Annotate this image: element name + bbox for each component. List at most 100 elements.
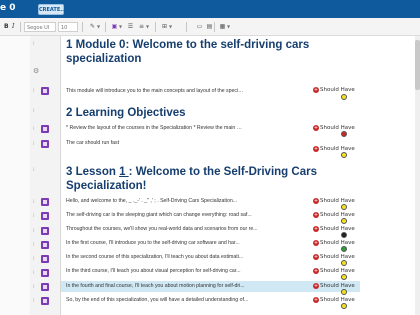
status-dot-yellow[interactable]	[341, 218, 347, 224]
priority-label: Should Have	[320, 297, 355, 303]
row-controls: ⁞	[33, 241, 53, 250]
segment-icon[interactable]	[41, 241, 49, 249]
status-dot-yellow[interactable]	[341, 260, 347, 266]
heading-module-0[interactable]: 1 Module 0: Welcome to the self-driving …	[66, 38, 356, 66]
drag-handle-icon[interactable]: ⁞	[33, 41, 38, 48]
drag-handle-icon[interactable]: ⁞	[33, 141, 38, 148]
chevron-down-icon[interactable]: ▼	[97, 22, 102, 32]
segment-icon[interactable]	[41, 125, 49, 133]
plus-icon: +	[313, 146, 319, 152]
highlight-icon[interactable]: ✎	[88, 22, 97, 32]
segment-icon[interactable]	[41, 297, 49, 305]
priority-badge[interactable]: + Should Have	[313, 239, 355, 247]
priority-badge[interactable]: + Should Have	[313, 296, 355, 304]
font-size-select[interactable]: 10	[58, 22, 78, 32]
chevron-down-icon[interactable]: ▼	[227, 22, 232, 32]
heading-text-prefix: Lesson	[75, 166, 120, 178]
status-dot-dark[interactable]	[341, 232, 347, 238]
segment-icon[interactable]	[41, 227, 49, 235]
scrollbar-thumb[interactable]	[415, 40, 420, 90]
drag-handle-icon[interactable]: ⁞	[33, 256, 38, 263]
numbered-list-icon[interactable]: ≡	[137, 22, 146, 32]
heading-learning-objectives[interactable]: 2 Learning Objectives	[66, 106, 356, 120]
create-button[interactable]: CREATE...	[38, 4, 66, 15]
paragraph-segment[interactable]: So, by the end of this specialization, y…	[66, 296, 306, 305]
plus-icon: +	[313, 240, 319, 246]
drag-handle-icon[interactable]: ⁞	[33, 199, 38, 206]
heading-link[interactable]: 1	[119, 166, 129, 178]
segment-icon[interactable]	[41, 212, 49, 220]
segment-icon[interactable]	[41, 87, 49, 95]
paragraph-segment[interactable]: * Review the layout of the courses in th…	[66, 124, 244, 133]
paragraph-segment[interactable]: This module will introduce you to the ma…	[66, 87, 244, 96]
status-dot-yellow[interactable]	[341, 289, 347, 295]
plus-icon: +	[313, 87, 319, 93]
status-dot-yellow[interactable]	[341, 204, 347, 210]
drag-handle-icon[interactable]: ⁞	[33, 213, 38, 220]
bold-button[interactable]: B	[4, 22, 9, 32]
drag-handle-icon[interactable]: ⁞	[33, 242, 38, 249]
priority-badge[interactable]: + Should Have	[313, 211, 355, 219]
comment-icon[interactable]: ▭	[195, 22, 204, 32]
priority-badge[interactable]: + Should Have	[313, 282, 355, 290]
font-family-select[interactable]: Segoe UI	[24, 22, 56, 32]
segment-icon[interactable]	[41, 269, 49, 277]
drag-handle-icon[interactable]: ⁞	[33, 88, 38, 95]
paragraph-segment[interactable]: The car should run fast	[66, 139, 244, 148]
insert-icon[interactable]: ⊞	[160, 22, 169, 32]
row-controls: ⁞	[33, 40, 53, 49]
segment-icon[interactable]	[41, 198, 49, 206]
drag-handle-icon[interactable]: ⁞	[33, 126, 38, 133]
drag-handle-icon[interactable]: ⁞	[33, 228, 38, 235]
row-controls: ⁞	[33, 255, 53, 264]
paragraph-segment[interactable]: The self-driving car is the sleeping gia…	[66, 211, 306, 220]
priority-badge[interactable]: + Should Have	[313, 145, 355, 153]
priority-badge[interactable]: + Should Have	[313, 253, 355, 261]
segment-icon[interactable]	[41, 140, 49, 148]
table-icon[interactable]: ▦	[218, 22, 227, 32]
paragraph-segment[interactable]: Throughout the courses, we'll show you r…	[66, 225, 306, 234]
status-dot-yellow[interactable]	[341, 274, 347, 280]
paragraph-segment[interactable]: In the first course, I'll introduce you …	[66, 239, 306, 248]
priority-badge[interactable]: + Should Have	[313, 225, 355, 233]
gear-icon[interactable]: ⚙	[33, 67, 39, 75]
paragraph-segment[interactable]: In the second course of this specializat…	[66, 253, 306, 262]
drag-handle-icon[interactable]: ⁞	[33, 108, 38, 115]
chevron-down-icon[interactable]: ▼	[146, 22, 151, 32]
chevron-down-icon[interactable]: ▼	[119, 22, 124, 32]
status-dot-yellow[interactable]	[341, 303, 347, 309]
drag-handle-icon[interactable]: ⁞	[33, 167, 38, 174]
heading-lesson-1[interactable]: 3 Lesson 1 : Welcome to the Self-Driving…	[66, 165, 356, 193]
paragraph-segment[interactable]: In the third course, I'll teach you abou…	[66, 267, 306, 276]
plus-icon: +	[313, 125, 319, 131]
segment-icon[interactable]: ▣	[110, 22, 119, 32]
priority-badge[interactable]: + Should Have	[313, 86, 355, 94]
drag-handle-icon[interactable]: ⁞	[33, 270, 38, 277]
segment-icon[interactable]	[41, 255, 49, 263]
plus-icon: +	[313, 254, 319, 260]
drag-handle-icon[interactable]: ⁞	[33, 284, 38, 291]
priority-badge[interactable]: + Should Have	[313, 267, 355, 275]
app-title: e 0	[0, 3, 16, 13]
segment-icon[interactable]	[41, 283, 49, 291]
comment-list-icon[interactable]: ▤	[205, 22, 214, 32]
toolbar-divider	[186, 22, 187, 32]
app-header: e 0 CREATE...	[0, 0, 420, 18]
chevron-down-icon[interactable]: ▼	[169, 22, 174, 32]
row-controls: ⁞	[33, 125, 53, 134]
heading-number: 1	[66, 39, 73, 51]
left-gutter	[0, 36, 30, 315]
italic-button[interactable]: I	[12, 22, 14, 32]
heading-number: 2	[66, 107, 73, 119]
priority-badge[interactable]: + Should Have	[313, 197, 355, 205]
status-dot-yellow[interactable]	[341, 94, 347, 100]
paragraph-segment-selected[interactable]: In the fourth and final course, I'll tea…	[66, 282, 306, 291]
status-dot-green[interactable]	[341, 246, 347, 252]
status-dot-yellow[interactable]	[341, 152, 347, 158]
drag-handle-icon[interactable]: ⁞	[33, 298, 38, 305]
paragraph-segment[interactable]: Hello, and welcome to the, _ ._-' . _" ,…	[66, 197, 306, 206]
priority-label: Should Have	[320, 212, 355, 218]
priority-badge[interactable]: + Should Have	[313, 124, 355, 132]
list-icon[interactable]: ☰	[126, 22, 135, 32]
status-dot-red[interactable]	[341, 131, 347, 137]
